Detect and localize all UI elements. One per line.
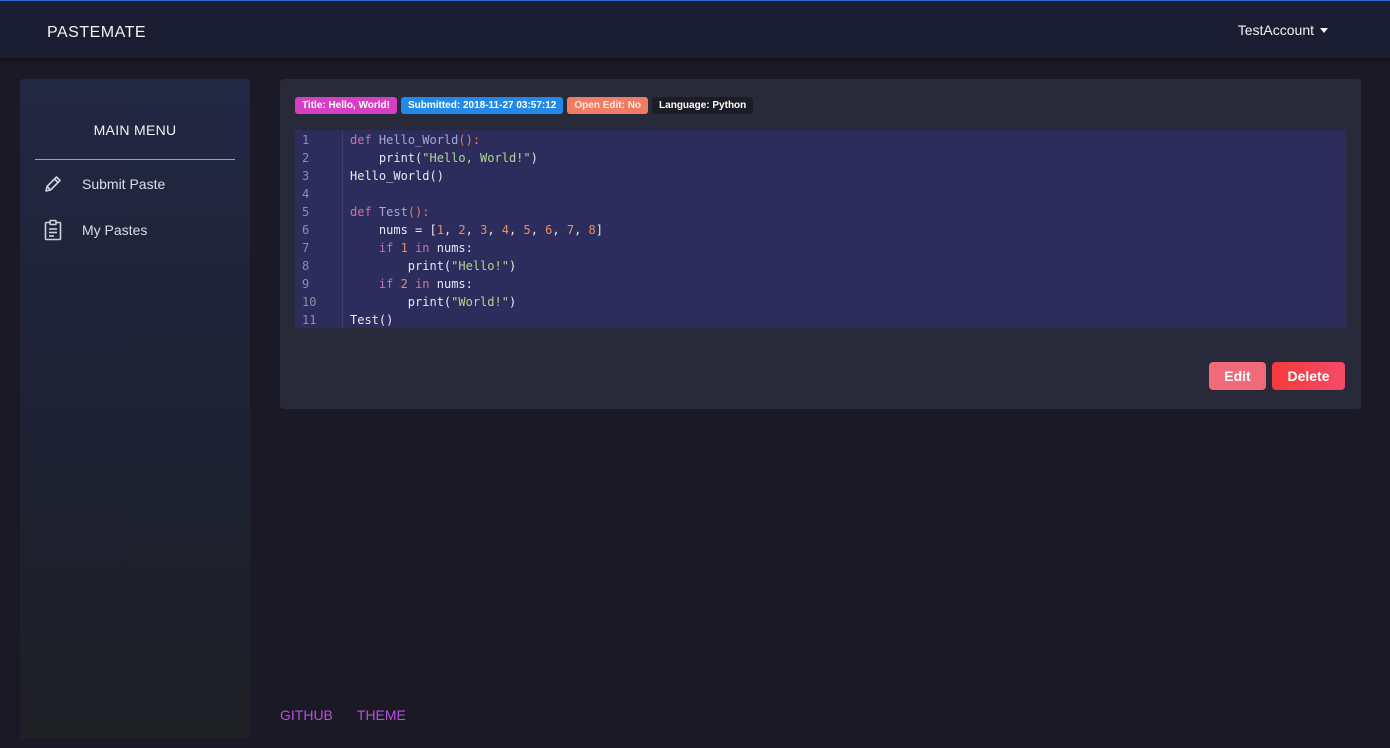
code-line: def Test(): (350, 205, 430, 219)
sidebar-item-label: Submit Paste (82, 176, 166, 192)
top-navbar: PASTEMATE TestAccount (0, 0, 1390, 58)
pencil-icon (42, 173, 64, 195)
line-number: 2 (302, 151, 310, 165)
code-line: print("Hello, World!") (350, 151, 538, 165)
sidebar-item-my-pastes[interactable]: My Pastes (42, 216, 232, 244)
menu-divider (35, 159, 235, 160)
line-number: 1 (302, 133, 310, 147)
sidebar: MAIN MENU Submit Paste My Pastes (20, 79, 250, 739)
theme-link[interactable]: THEME (357, 707, 406, 723)
line-number: 9 (302, 277, 310, 291)
code-line: if 1 in nums: (378, 241, 473, 255)
github-link[interactable]: GITHUB (280, 707, 333, 723)
caret-down-icon (1320, 28, 1328, 33)
sidebar-item-label: My Pastes (82, 222, 148, 238)
title-badge: Title: Hello, World! (295, 97, 397, 114)
line-number-gutter: 1 2 3 4 5 6 7 8 9 10 11 (295, 130, 343, 328)
line-number: 10 (302, 295, 317, 309)
footer: GITHUB THEME (280, 707, 430, 723)
language-badge: Language: Python (652, 97, 754, 114)
line-number: 5 (302, 205, 310, 219)
delete-button[interactable]: Delete (1272, 362, 1345, 390)
submitted-badge: Submitted: 2018-11-27 03:57:12 (400, 97, 564, 114)
code-line: def Hello_World(): (350, 133, 481, 147)
line-number: 3 (302, 169, 310, 183)
code-line: nums = [1, 2, 3, 4, 5, 6, 7, 8] (350, 223, 603, 237)
code-line: if 2 in nums: (378, 277, 473, 291)
line-number: 8 (302, 259, 310, 273)
line-number: 4 (302, 187, 310, 201)
open-edit-badge: Open Edit: No (567, 97, 649, 114)
brand-logo[interactable]: PASTEMATE (47, 24, 146, 42)
menu-title: MAIN MENU (93, 122, 177, 138)
account-dropdown[interactable]: TestAccount (1238, 22, 1328, 38)
paste-badges: Title: Hello, World! Submitted: 2018-11-… (295, 97, 757, 114)
paste-card: Title: Hello, World! Submitted: 2018-11-… (280, 79, 1361, 409)
code-lines: def Hello_World(): print("Hello, World!"… (350, 130, 603, 328)
account-name: TestAccount (1237, 22, 1314, 38)
code-line: print("World!") (350, 295, 517, 309)
code-viewer[interactable]: 1 2 3 4 5 6 7 8 9 10 11 def Hello_World(… (295, 130, 1346, 328)
clipboard-icon (42, 219, 64, 241)
code-line: Test() (350, 313, 394, 327)
sidebar-item-submit-paste[interactable]: Submit Paste (42, 170, 232, 198)
line-number: 7 (302, 241, 310, 255)
code-line: print("Hello!") (350, 259, 517, 273)
line-number: 11 (302, 313, 317, 327)
line-number: 6 (302, 223, 310, 237)
code-line: Hello_World() (350, 169, 444, 183)
edit-button[interactable]: Edit (1209, 362, 1266, 390)
